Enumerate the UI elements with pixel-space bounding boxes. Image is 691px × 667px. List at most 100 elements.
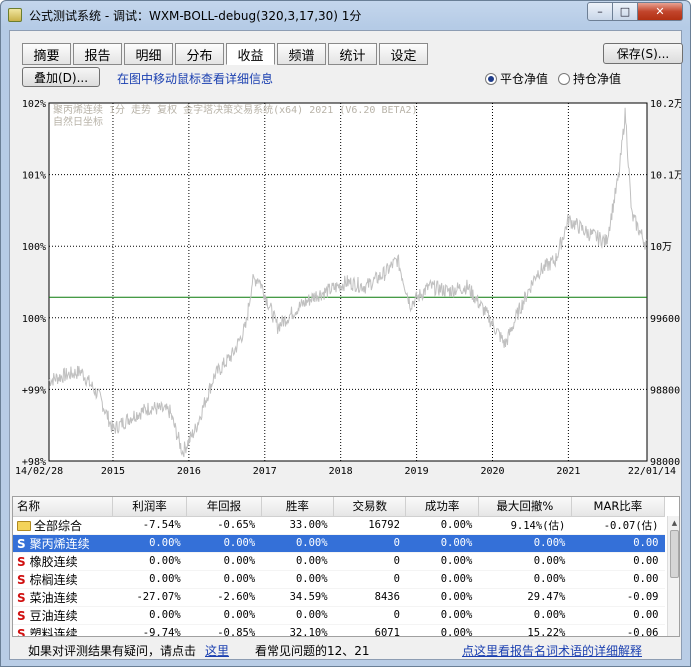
row-name: 菜油连续	[29, 590, 78, 605]
radio-hold-label[interactable]: 持仓净值	[573, 70, 621, 87]
cell-win-rate: 34.59%	[261, 588, 334, 607]
row-name: 棕榈连续	[29, 572, 78, 587]
table-scrollbar[interactable]: ▲	[667, 516, 679, 636]
col-profit-rate[interactable]: 利润率	[112, 497, 188, 517]
equity-mode-radios: 平仓净值 持仓净值	[485, 70, 631, 87]
tab-statistics[interactable]: 统计	[328, 43, 377, 65]
results-table: 名称 利润率 年回报 胜率 交易数 成功率 最大回撤% MAR比率 全部综合 -7…	[12, 496, 680, 637]
col-max-drawdown[interactable]: 最大回撤%	[478, 497, 572, 517]
minimize-icon: –	[597, 5, 603, 18]
cell-success-rate: 0.00%	[405, 570, 479, 589]
title-bar[interactable]: 公式测试系统 - 调试：WXM-BOLL-debug(320,3,17,30) …	[1, 1, 690, 29]
save-button[interactable]: 保存(S)...	[603, 43, 683, 64]
table-row[interactable]: S 菜油连续 -27.07% -2.60% 34.59% 8436 0.00% 29.47% -…	[13, 588, 665, 607]
cell-annual-return: -2.60%	[186, 588, 262, 607]
close-icon: ✕	[655, 5, 665, 18]
table-row[interactable]: S 塑料连续 -9.74% -0.85% 32.10% 6071 0.00% 15.22% -0…	[13, 624, 665, 637]
y-left-tick-label: 100%	[22, 242, 46, 253]
tab-details[interactable]: 明细	[124, 43, 173, 65]
row-name-cell[interactable]: S 棕榈连续	[13, 570, 113, 589]
radio-flat-label[interactable]: 平仓净值	[500, 70, 548, 87]
row-name-cell[interactable]: S 豆油连续	[13, 606, 113, 625]
col-mar-ratio[interactable]: MAR比率	[571, 497, 666, 517]
scroll-up-icon[interactable]: ▲	[668, 516, 679, 529]
overlay-button[interactable]: 叠加(D)...	[22, 67, 100, 87]
cell-max-drawdown: 9.14%(估)	[478, 516, 572, 535]
cell-trade-count: 6071	[333, 624, 406, 636]
row-name-cell[interactable]: S 菜油连续	[13, 588, 113, 607]
table-row[interactable]: S 聚丙烯连续 0.00% 0.00% 0.00% 0 0.00% 0.00% 0.00	[13, 534, 665, 553]
cell-profit-rate: -9.74%	[112, 624, 187, 636]
client-area: 摘要 报告 明细 分布 收益 频谱 统计 设定 保存(S)... 叠加(D)..…	[9, 30, 684, 660]
symbol-marker-icon: S	[17, 626, 26, 637]
footer-glossary-link[interactable]: 点这里看报告名词术语的详细解释	[462, 642, 642, 659]
maximize-button[interactable]: □	[612, 2, 638, 21]
row-name: 塑料连续	[29, 626, 78, 637]
table-row[interactable]: S 棕榈连续 0.00% 0.00% 0.00% 0 0.00% 0.00% 0.00	[13, 570, 665, 589]
radio-hold-equity[interactable]	[558, 72, 571, 85]
scroll-thumb[interactable]	[670, 530, 679, 578]
x-tick-label: 2020	[480, 466, 504, 477]
tab-report[interactable]: 报告	[73, 43, 122, 65]
table-row[interactable]: S 豆油连续 0.00% 0.00% 0.00% 0 0.00% 0.00% 0.00	[13, 606, 665, 625]
x-tick-label: 2021	[556, 466, 580, 477]
cell-mar-ratio: 0.00	[571, 534, 665, 553]
minimize-button[interactable]: –	[587, 2, 613, 21]
cell-mar-ratio: 0.00	[571, 606, 665, 625]
cell-profit-rate: 0.00%	[112, 606, 187, 625]
folder-icon	[17, 521, 31, 531]
y-left-tick-label: 100%	[22, 314, 46, 325]
equity-chart[interactable]: 102% 10.2万 101% 10.1万 100% 10万 100% 99600 +99% 98…	[10, 96, 684, 481]
row-name-cell[interactable]: 全部综合	[13, 516, 113, 535]
equity-chart-svg[interactable]: 102% 10.2万 101% 10.1万 100% 10万 100% 99600 +99% 98…	[10, 96, 684, 481]
col-trade-count[interactable]: 交易数	[333, 497, 407, 517]
cell-win-rate: 33.00%	[261, 516, 334, 535]
x-tick-label: 14/02/28	[15, 466, 63, 477]
y-right-tick-label: 10万	[650, 242, 672, 253]
row-name-cell[interactable]: S 聚丙烯连续	[13, 534, 113, 553]
cell-success-rate: 0.00%	[405, 534, 479, 553]
col-success-rate[interactable]: 成功率	[405, 497, 479, 517]
cell-trade-count: 0	[333, 552, 406, 571]
row-name: 豆油连续	[29, 608, 78, 623]
cell-annual-return: -0.65%	[186, 516, 262, 535]
cell-max-drawdown: 0.00%	[478, 606, 572, 625]
symbol-marker-icon: S	[17, 554, 26, 569]
col-win-rate[interactable]: 胜率	[261, 497, 335, 517]
x-tick-label: 2016	[177, 466, 201, 477]
col-name[interactable]: 名称	[13, 497, 113, 517]
row-name: 聚丙烯连续	[29, 536, 90, 551]
symbol-marker-icon: S	[17, 608, 26, 623]
tab-settings[interactable]: 设定	[379, 43, 428, 65]
window-title: 公式测试系统 - 调试：WXM-BOLL-debug(320,3,17,30) …	[29, 9, 362, 23]
x-tick-label: 2015	[101, 466, 125, 477]
cell-trade-count: 16792	[333, 516, 406, 535]
cell-profit-rate: 0.00%	[112, 552, 187, 571]
cell-annual-return: 0.00%	[186, 570, 262, 589]
x-tick-label: 2017	[253, 466, 277, 477]
table-row[interactable]: 全部综合 -7.54% -0.65% 33.00% 16792 0.00% 9.14%(估)…	[13, 516, 665, 535]
row-name-cell[interactable]: S 塑料连续	[13, 624, 113, 637]
tab-returns[interactable]: 收益	[226, 43, 275, 65]
radio-flat-equity[interactable]	[485, 72, 497, 85]
cell-max-drawdown: 29.47%	[478, 588, 572, 607]
cell-win-rate: 0.00%	[261, 552, 334, 571]
cell-mar-ratio: -0.06	[571, 624, 665, 636]
tab-distribution[interactable]: 分布	[175, 43, 224, 65]
x-tick-label: 22/01/14	[628, 466, 676, 477]
cell-mar-ratio: -0.07(估)	[571, 516, 665, 535]
cell-mar-ratio: -0.09	[571, 588, 665, 607]
col-annual-return[interactable]: 年回报	[186, 497, 262, 517]
cell-win-rate: 0.00%	[261, 606, 334, 625]
cell-trade-count: 8436	[333, 588, 406, 607]
cell-max-drawdown: 15.22%	[478, 624, 572, 636]
row-name-cell[interactable]: S 橡胶连续	[13, 552, 113, 571]
close-button[interactable]: ✕	[637, 2, 683, 21]
tab-summary[interactable]: 摘要	[22, 43, 71, 65]
footer-here-link[interactable]: 这里	[205, 642, 229, 659]
tab-spectrum[interactable]: 频谱	[277, 43, 326, 65]
y-right-tick-label: 10.1万	[650, 171, 681, 182]
symbol-marker-icon: S	[17, 590, 26, 605]
x-tick-label: 2018	[329, 466, 353, 477]
table-row[interactable]: S 橡胶连续 0.00% 0.00% 0.00% 0 0.00% 0.00% 0.00	[13, 552, 665, 571]
